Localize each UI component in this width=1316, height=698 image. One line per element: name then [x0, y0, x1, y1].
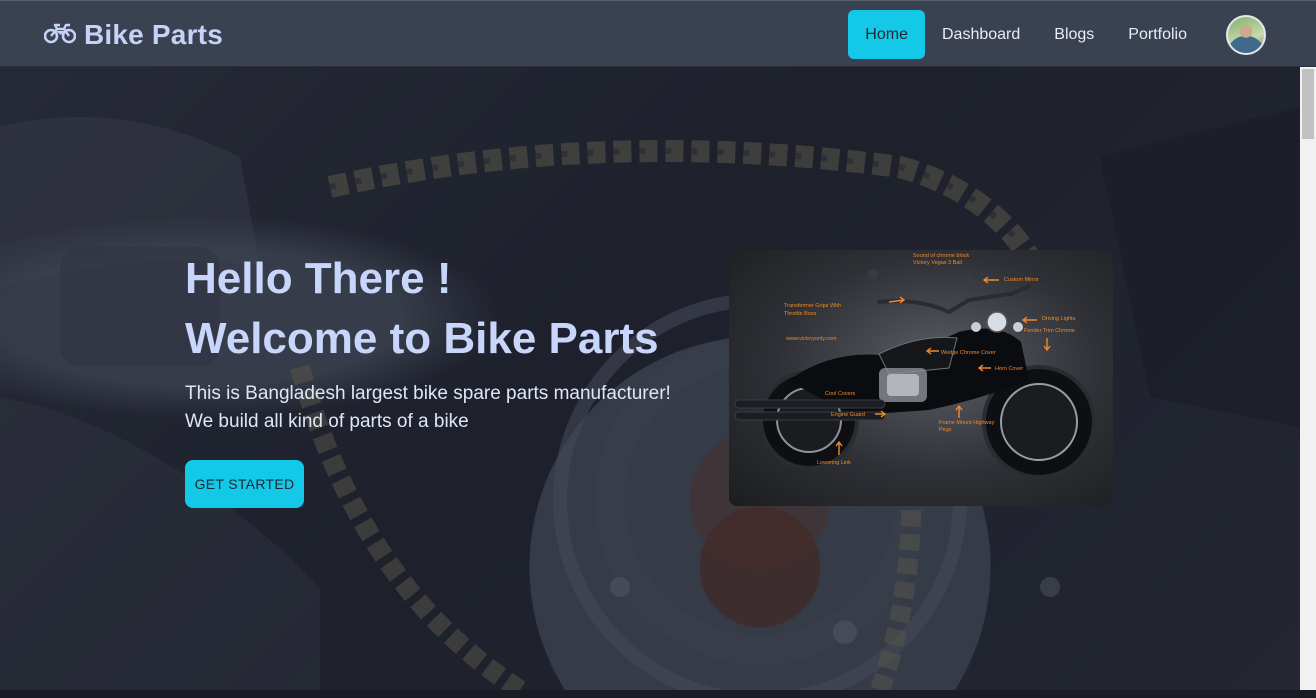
motorcycle-diagram: Sound of chrome block Victory Vegas 3 Ba…: [734, 253, 1096, 479]
label-engine-guard: Engine Guard: [831, 412, 865, 418]
label-wedge: Wedge Chrome Cover: [941, 350, 996, 356]
hero-title: Hello There ! Welcome to Bike Parts: [185, 249, 659, 369]
hero-section: Hello There ! Welcome to Bike Parts This…: [0, 67, 1300, 690]
label-vegas: Victory Vegas 3 Ball: [913, 260, 962, 266]
nav-blogs[interactable]: Blogs: [1037, 10, 1111, 59]
label-throttle: Throttle Boss: [784, 311, 817, 317]
nav-home[interactable]: Home: [848, 10, 925, 59]
label-website: www.victoryonly.com: [785, 336, 837, 342]
hero-description: This is Bangladesh largest bike spare pa…: [185, 380, 671, 436]
hero-title-line-2: Welcome to Bike Parts: [185, 314, 659, 363]
label-fender-trim: Fender Trim Chrome: [1024, 328, 1075, 334]
label-pegs: Pegs: [939, 427, 952, 433]
hero-title-line-1: Hello There !: [185, 254, 452, 303]
nav-links: Home Dashboard Blogs Portfolio: [848, 10, 1266, 59]
label-grips: Transformer Grips With: [784, 303, 841, 309]
label-mirror: Custom Mirror: [1004, 277, 1039, 283]
label-sound: Sound of chrome block: [913, 253, 970, 259]
user-avatar[interactable]: [1226, 14, 1266, 55]
brand[interactable]: Bike Parts: [43, 17, 223, 53]
label-highway: Frame Mount Highway: [939, 420, 995, 426]
label-horn: Horn Cover: [995, 366, 1023, 372]
nav-dashboard[interactable]: Dashboard: [925, 10, 1037, 59]
hero-description-line-1: This is Bangladesh largest bike spare pa…: [185, 383, 671, 404]
label-lowering-link: Lowering Link: [817, 460, 851, 466]
scrollbar-thumb[interactable]: [1302, 69, 1314, 139]
get-started-button[interactable]: GET STARTED: [185, 460, 304, 508]
label-cool-covers: Cool Covers: [825, 391, 856, 397]
page-scrollbar[interactable]: [1300, 67, 1316, 690]
brand-name: Bike Parts: [84, 19, 223, 50]
motorcycle-icon: [43, 22, 77, 49]
top-navbar: Bike Parts Home Dashboard Blogs Portfoli…: [0, 0, 1316, 67]
bike-parts-image: Sound of chrome block Victory Vegas 3 Ba…: [729, 250, 1113, 506]
hero-description-line-2: We build all kind of parts of a bike: [185, 411, 469, 432]
label-driving-lights: Driving Lights: [1042, 316, 1076, 322]
nav-portfolio[interactable]: Portfolio: [1111, 10, 1204, 59]
